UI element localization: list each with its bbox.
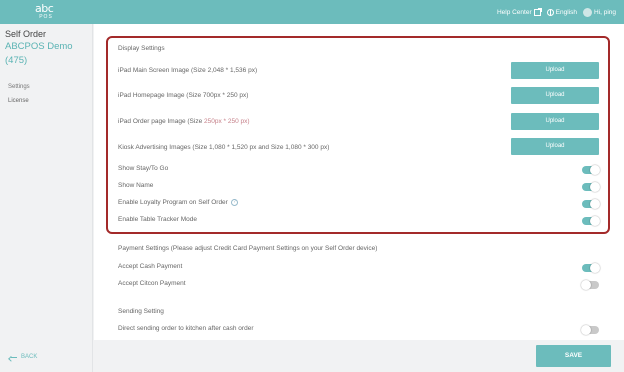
user-greeting: Hi, ping	[593, 8, 616, 16]
avatar	[582, 7, 592, 17]
enable-table-tracker-toggle[interactable]	[582, 216, 600, 226]
ipad-homepage-image-text: iPad Homepage Image (Size 700px * 250 px…	[118, 92, 249, 99]
footer-bar: SAVE	[94, 340, 624, 372]
enable-loyalty-toggle[interactable]	[582, 199, 600, 209]
kiosk-advertising-images-label: Kiosk Advertising Images (Size 1,080 * 1…	[118, 144, 329, 151]
globe-icon	[546, 8, 554, 16]
show-stay-to-go-label: Show Stay/To Go	[118, 165, 168, 172]
toggle-knob	[590, 216, 600, 226]
back-button[interactable]: BACK	[10, 354, 37, 360]
accept-cash-label: Accept Cash Payment	[118, 263, 182, 270]
show-name-text: Show Name	[118, 182, 154, 189]
top-right-menu: Help Center English Hi, ping	[497, 0, 616, 24]
logo-main-text: abc	[35, 2, 54, 15]
external-link-icon	[533, 7, 542, 16]
arrow-left-icon	[10, 355, 17, 360]
accept-citcon-text: Accept Citcon Payment	[118, 280, 186, 287]
top-bar: abc POS Help Center English Hi, ping	[0, 0, 624, 24]
ipad-order-page-image-text: iPad Order page Image (Size	[118, 118, 204, 125]
upload-ipad-order-page-image-button[interactable]: Upload	[511, 113, 599, 130]
accept-citcon-label: Accept Citcon Payment	[118, 280, 186, 287]
show-stay-to-go-toggle[interactable]	[582, 165, 600, 175]
sidebar-nav: Settings License	[0, 80, 93, 108]
sending-setting-title: Sending Setting	[118, 308, 164, 315]
enable-loyalty-text: Enable Loyalty Program on Self Order	[118, 199, 228, 206]
user-menu[interactable]: Hi, ping	[582, 7, 616, 17]
toggle-knob	[590, 165, 600, 175]
enable-table-tracker-label: Enable Table Tracker Mode	[118, 216, 197, 223]
settings-panel: Display Settings iPad Main Screen Image …	[94, 24, 624, 340]
help-center-link[interactable]: Help Center	[496, 7, 542, 16]
store-id: (475)	[5, 55, 28, 66]
upload-ipad-main-image-button[interactable]: Upload	[511, 62, 599, 79]
ipad-main-image-text: iPad Main Screen Image (Size 2,048 * 1,5…	[118, 67, 258, 74]
language-label: English	[555, 8, 577, 16]
enable-loyalty-label: Enable Loyalty Program on Self Order ?	[118, 199, 238, 206]
show-name-label: Show Name	[118, 182, 153, 189]
sidebar: Self Order ABCPOS Demo (475) Settings Li…	[0, 24, 93, 372]
enable-table-tracker-text: Enable Table Tracker Mode	[118, 216, 198, 223]
toggle-knob	[581, 280, 591, 290]
direct-sending-text: Direct sending order to kitchen after ca…	[118, 325, 254, 332]
toggle-knob	[590, 263, 600, 273]
direct-sending-label: Direct sending order to kitchen after ca…	[118, 325, 253, 332]
accept-citcon-toggle[interactable]	[581, 280, 599, 290]
language-selector[interactable]: English	[546, 8, 577, 16]
abcpos-logo[interactable]: abc POS	[35, 3, 57, 20]
help-icon[interactable]: ?	[230, 199, 238, 206]
sidebar-item-settings[interactable]: Settings	[0, 80, 93, 94]
direct-sending-toggle[interactable]	[581, 325, 599, 335]
back-label: BACK	[21, 354, 38, 360]
display-settings-title: Display Settings	[118, 45, 165, 52]
store-name: ABCPOS Demo	[5, 41, 73, 52]
toggle-knob	[590, 182, 600, 192]
ipad-order-page-image-size: 250px * 250 px)	[204, 118, 250, 125]
toggle-knob	[590, 199, 600, 209]
help-center-label: Help Center	[496, 8, 532, 16]
ipad-main-image-label: iPad Main Screen Image (Size 2,048 * 1,5…	[118, 67, 257, 74]
upload-ipad-homepage-image-button[interactable]: Upload	[511, 87, 599, 104]
accept-cash-toggle[interactable]	[582, 263, 600, 273]
logo-sub-text: POS	[39, 14, 53, 20]
upload-kiosk-advertising-images-button[interactable]: Upload	[511, 138, 599, 155]
sidebar-item-license[interactable]: License	[0, 94, 93, 108]
save-button[interactable]: SAVE	[536, 345, 611, 367]
accept-cash-text: Accept Cash Payment	[118, 263, 183, 270]
page-title: Self Order	[5, 29, 47, 39]
payment-settings-title: Payment Settings (Please adjust Credit C…	[118, 245, 378, 252]
toggle-knob	[581, 325, 591, 335]
show-stay-to-go-text: Show Stay/To Go	[118, 165, 169, 172]
show-name-toggle[interactable]	[582, 182, 600, 192]
ipad-order-page-image-label: iPad Order page Image (Size 250px * 250 …	[118, 118, 250, 125]
kiosk-advertising-images-text: Kiosk Advertising Images (Size 1,080 * 1…	[118, 144, 330, 151]
ipad-homepage-image-label: iPad Homepage Image (Size 700px * 250 px…	[118, 92, 248, 99]
